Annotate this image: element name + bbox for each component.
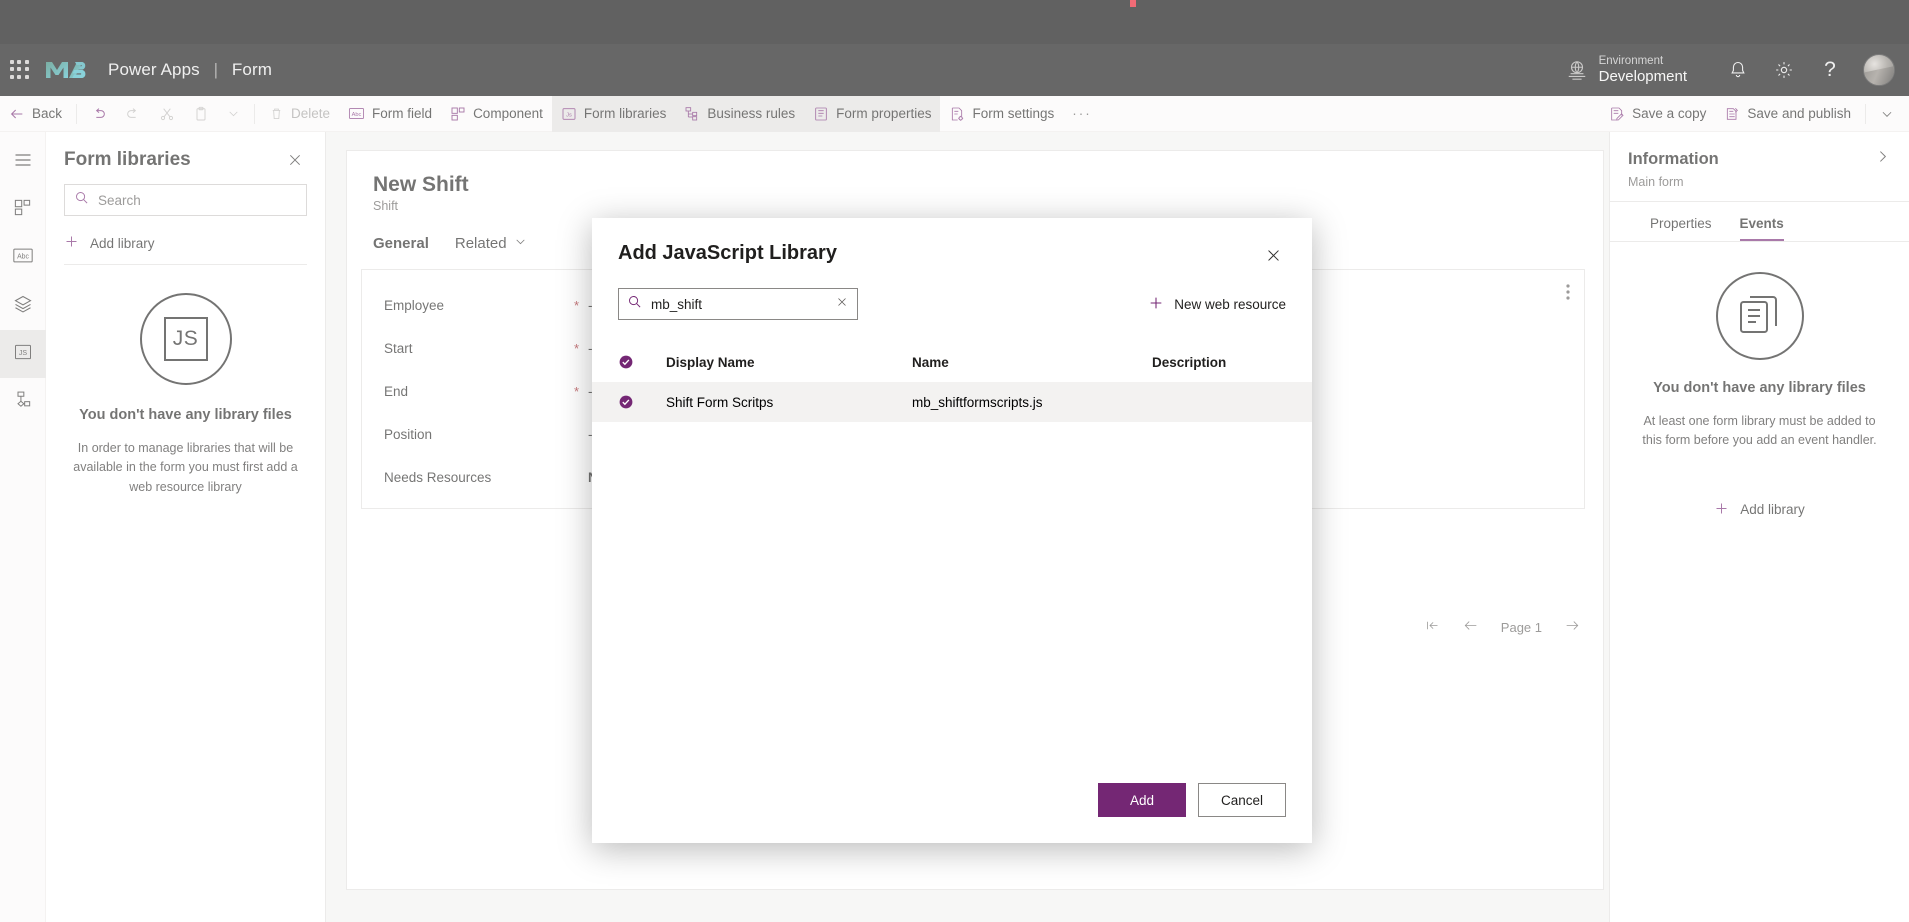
web-resource-search-box[interactable] [618, 288, 858, 320]
web-resource-search-input[interactable] [651, 296, 826, 312]
search-icon [627, 294, 642, 314]
dialog-toolbar: New web resource [592, 268, 1312, 320]
app-root: Power Apps | Form Environment Developmen… [0, 0, 1909, 922]
row-name: mb_shiftformscripts.js [912, 394, 1043, 410]
cancel-button[interactable]: Cancel [1198, 783, 1286, 817]
grid-header-row: Display Name Name Description [592, 342, 1312, 382]
new-web-resource-button[interactable]: New web resource [1148, 295, 1286, 314]
column-header-name[interactable]: Name [912, 355, 1152, 370]
grid-row[interactable]: Shift Form Scritps mb_shiftformscripts.j… [592, 382, 1312, 422]
dialog-header: Add JavaScript Library [592, 218, 1312, 268]
row-display-name: Shift Form Scritps [666, 394, 774, 410]
select-all-checkbox[interactable] [618, 354, 640, 370]
dialog-footer: Add Cancel [592, 783, 1312, 843]
row-checkbox[interactable] [618, 394, 640, 410]
column-header-description[interactable]: Description [1152, 355, 1286, 370]
clear-icon[interactable] [835, 295, 849, 314]
web-resources-grid: Display Name Name Description Shift Form… [592, 342, 1312, 422]
column-header-display-name[interactable]: Display Name [640, 355, 912, 370]
new-web-resource-label: New web resource [1174, 296, 1286, 312]
add-javascript-library-dialog: Add JavaScript Library mb_shift New web … [592, 218, 1312, 843]
add-button[interactable]: Add [1098, 783, 1186, 817]
close-icon[interactable] [1260, 242, 1286, 268]
dialog-title: Add JavaScript Library [618, 242, 837, 264]
plus-icon [1148, 295, 1164, 314]
